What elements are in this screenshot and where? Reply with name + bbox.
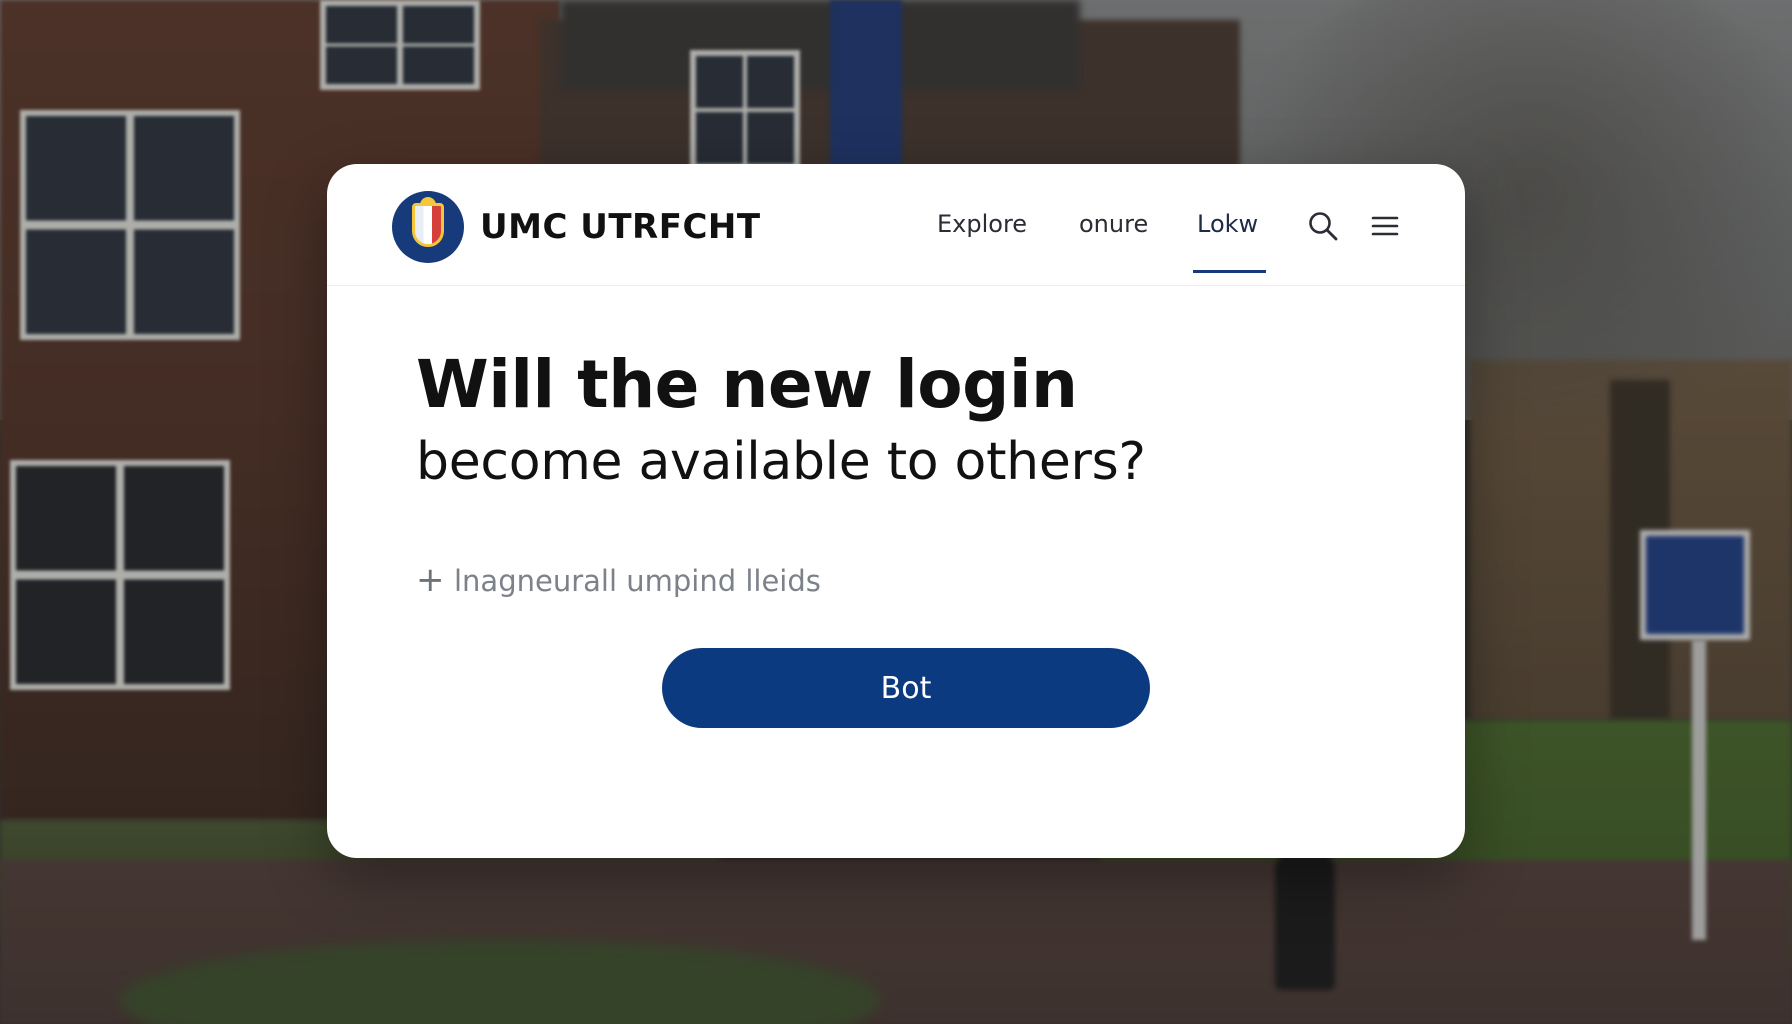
- active-nav-indicator: [1193, 270, 1266, 273]
- university-shield-icon[interactable]: [392, 191, 464, 263]
- login-card: UMC UTRFCHT Explore onure Lokw Will the …: [327, 164, 1465, 858]
- brand-name[interactable]: UMC UTRFCHT: [480, 207, 761, 247]
- plus-icon: +: [416, 560, 445, 600]
- option-label: lnagneurall umpind lleids: [454, 564, 821, 598]
- expandable-option[interactable]: + lnagneurall umpind lleids: [416, 560, 821, 600]
- primary-button[interactable]: Bot: [662, 648, 1150, 728]
- subheadline: become available to others?: [416, 432, 1146, 492]
- card-header: UMC UTRFCHT Explore onure Lokw: [327, 164, 1465, 286]
- nav-item-lokw[interactable]: Lokw: [1197, 210, 1258, 238]
- nav-item-onure[interactable]: onure: [1079, 210, 1148, 238]
- nav-item-explore[interactable]: Explore: [937, 210, 1027, 238]
- search-icon[interactable]: [1307, 210, 1339, 242]
- shield-emblem: [412, 203, 444, 247]
- hamburger-menu-icon[interactable]: [1370, 212, 1400, 240]
- headline: Will the new login: [416, 346, 1078, 423]
